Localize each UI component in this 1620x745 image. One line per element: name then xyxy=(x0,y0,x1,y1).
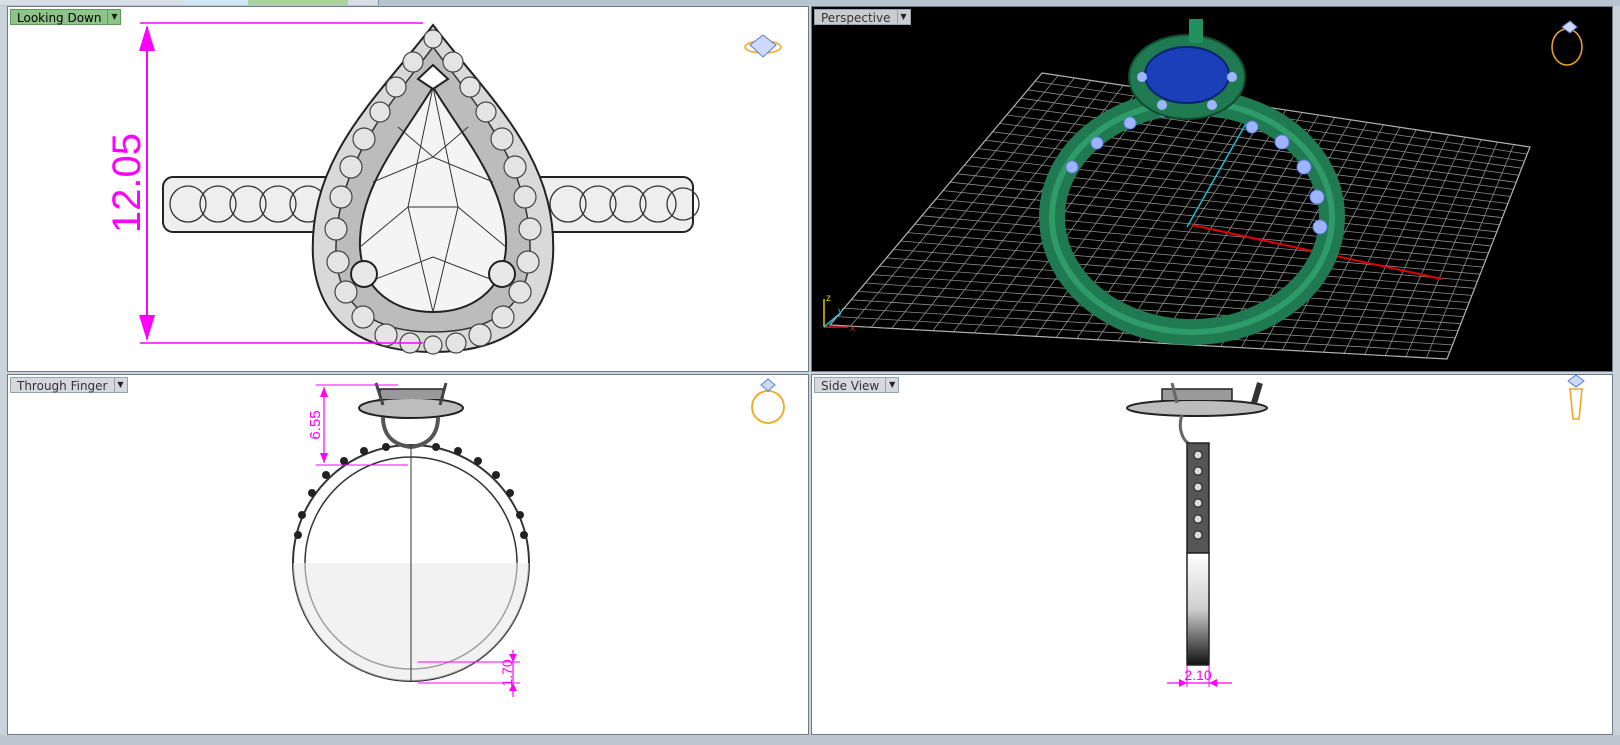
ring-front-icon[interactable] xyxy=(751,378,785,424)
ring-perspective-icon[interactable] xyxy=(1551,20,1583,66)
grid-line xyxy=(935,198,1489,254)
viewport-perspective[interactable]: Perspective ▼ z y x xyxy=(811,6,1613,372)
viewport-looking-down[interactable]: Looking Down ▼ 12.05 xyxy=(7,6,809,372)
top-view-drawing: 12.05 xyxy=(105,22,782,355)
viewport-title[interactable]: Through Finger xyxy=(10,377,114,393)
dimension-label: 12.05 xyxy=(105,133,149,233)
chevron-down-icon[interactable]: ▼ xyxy=(113,377,128,393)
grid-line xyxy=(1364,136,1466,355)
viewport-through-finger[interactable]: Through Finger ▼ 6.55 1.70 xyxy=(7,374,809,735)
front-view-drawing: 6.55 1.70 xyxy=(292,378,785,697)
viewport-side-view[interactable]: Side View ▼ 2.10 xyxy=(811,374,1613,735)
perspective-drawing: z y x xyxy=(823,19,1583,360)
axis-y-label: y xyxy=(838,306,843,317)
doc-tab-5[interactable] xyxy=(348,0,379,5)
ring-side-icon[interactable] xyxy=(1567,375,1585,420)
grid-line xyxy=(928,207,1486,261)
chevron-down-icon[interactable]: ▼ xyxy=(885,377,900,393)
viewport-title[interactable]: Perspective xyxy=(814,9,897,25)
chevron-down-icon[interactable]: ▼ xyxy=(107,9,122,25)
dimension-top-label: 6.55 xyxy=(307,410,324,439)
viewport-label-perspective[interactable]: Perspective ▼ xyxy=(814,9,911,25)
grid-line xyxy=(886,257,1470,303)
doc-tab-3[interactable] xyxy=(183,0,249,5)
doc-tab-4[interactable] xyxy=(248,0,349,5)
viewport-title[interactable]: Looking Down xyxy=(10,9,108,25)
chevron-down-icon[interactable]: ▼ xyxy=(896,9,911,25)
ring-view-icon[interactable] xyxy=(744,34,782,58)
side-view-drawing: 2.10 xyxy=(1126,375,1585,687)
axis-z-label: z xyxy=(826,293,831,304)
dimension-bottom-label: 1.70 xyxy=(499,659,515,686)
grid-line xyxy=(921,215,1484,268)
axis-x-label: x xyxy=(850,323,855,334)
status-bar xyxy=(0,735,1620,745)
viewport-label-side-view[interactable]: Side View ▼ xyxy=(814,377,900,393)
dimension-label: 2.10 xyxy=(1184,667,1211,683)
viewport-title[interactable]: Side View xyxy=(814,377,886,393)
doc-tab-2[interactable] xyxy=(88,0,184,5)
viewport-label-through-finger[interactable]: Through Finger ▼ xyxy=(10,377,128,393)
doc-tab-1[interactable] xyxy=(0,0,89,5)
viewport-label-looking-down[interactable]: Looking Down ▼ xyxy=(10,9,122,25)
grid-line xyxy=(1405,141,1498,357)
grid-line xyxy=(1384,139,1482,356)
